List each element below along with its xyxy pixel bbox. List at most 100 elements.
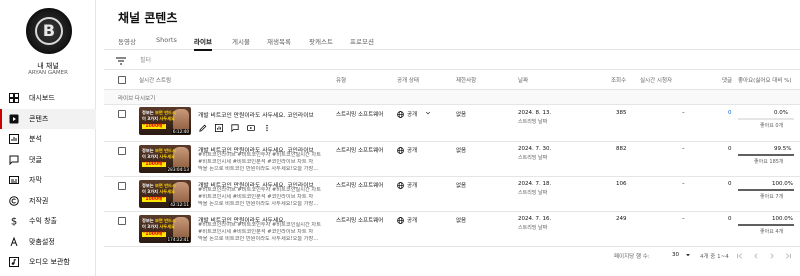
video-duration: 174:22:41 [166,237,190,242]
sidebar-item-label: 수익 창출 [29,217,57,226]
restriction: 없음 [456,112,467,118]
sidebar-item-audio-library[interactable]: 오디오 보관함 [0,252,96,273]
likes-count: 좋아요 0개 [760,123,784,129]
youtube-icon[interactable] [246,123,255,132]
col-views[interactable]: 조회수 [611,76,626,84]
concurrent-viewers: – [682,181,685,187]
comment-count[interactable]: 0 [728,181,732,187]
col-visibility: 공개 상태 [397,78,419,84]
tab-promotions[interactable]: 프로모션 [350,30,374,50]
video-duration: 283:04:13 [166,167,190,172]
col-stream[interactable]: 실시간 스트림 [139,76,171,84]
col-concurrent[interactable]: 실시간 시청자 [640,76,672,84]
visibility-label: 공개 [407,148,418,154]
col-type: 유형 [336,78,347,84]
likes-count: 좋아요 7개 [760,194,784,200]
row-checkbox[interactable] [118,110,126,118]
prev-page-button[interactable] [750,250,762,262]
col-comments[interactable]: 댓글 [722,76,732,84]
thumb-tag: "1000배" [142,124,166,129]
row-actions [198,123,271,132]
date-sub: 스트리밍 날짜 [518,119,548,125]
sidebar-item-subtitles[interactable]: 자막 [0,170,96,191]
sidebar-item-monetization[interactable]: $ 수익 창출 [0,211,96,232]
video-thumbnail[interactable]: 정보는 보면 반드시 이 3가지 사두세요 "1000배" 42:12:11 [139,180,191,208]
likes-bar [738,154,794,156]
channel-name: ARYAN GAMER [28,70,68,76]
visibility-dropdown[interactable]: 공개 [397,216,417,224]
tab-shorts[interactable]: Shorts [156,30,177,50]
likes-percent: 99.5% [774,146,792,152]
row-checkbox[interactable] [118,217,126,225]
video-thumbnail[interactable]: 정보는 보면 반드시 이 3가지 사두세요 "1000배" 6:12:40 [139,107,191,135]
likes-bar [738,189,794,191]
globe-icon [397,110,404,118]
last-page-button[interactable] [782,250,794,262]
comments-icon[interactable] [230,123,239,132]
filter-placeholder[interactable]: 필터 [140,55,151,64]
first-page-button[interactable] [734,250,746,262]
rows-per-page-select[interactable]: 30 [672,252,691,258]
tab-playlists[interactable]: 재생목록 [267,30,291,50]
edit-icon[interactable] [198,123,207,132]
col-likes[interactable]: 좋아요(싫어요 대비 %) [738,76,792,84]
channel-avatar[interactable]: B [26,8,72,54]
thumb-text-2: 이 3가지 사두세요 [142,189,175,194]
youtube-studio-content: B 내 채널 ARYAN GAMER 대시보드 콘텐츠 분석 댓글 자막 저작권… [0,0,800,276]
likes-bar [738,224,794,226]
video-duration: 6:12:40 [171,129,190,134]
monetization-icon: $ [8,215,20,227]
video-thumbnail[interactable]: 정보는 보면 반드시 이 3가지 사두세요 "1000배" 283:04:13 [139,145,191,173]
analytics-icon[interactable] [214,123,223,132]
date: 2024. 8. 13. [518,110,552,116]
main-content: 채널 콘텐츠 동영상 Shorts 라이브 게시물 재생목록 팟캐스트 프로모션… [104,0,800,276]
tab-live[interactable]: 라이브 [194,30,212,51]
thumb-text-2: 이 3가지 사두세요 [142,224,175,229]
more-options-icon[interactable] [262,123,271,132]
filter-icon[interactable] [116,50,126,69]
filter-bar[interactable]: 필터 [104,50,800,70]
globe-icon [397,181,404,189]
tab-videos[interactable]: 동영상 [118,30,136,50]
tab-podcasts[interactable]: 팟캐스트 [309,30,333,50]
col-date[interactable]: 날짜 [518,76,528,84]
table-row[interactable]: 정보는 보면 반드시 이 3가지 사두세요 "1000배" 174:22:41 … [104,212,800,247]
row-checkbox[interactable] [118,182,126,190]
tab-posts[interactable]: 게시물 [232,30,250,50]
visibility-dropdown[interactable]: 공개 [397,146,417,154]
sidebar-item-dashboard[interactable]: 대시보드 [0,88,96,109]
table-row[interactable]: 정보는 보면 반드시 이 3가지 사두세요 "1000배" 6:12:40 개발… [104,105,800,142]
sidebar-item-label: 오디오 보관함 [29,258,70,267]
avatar-letter: B [35,17,63,45]
content-icon [8,113,20,125]
concurrent-viewers: – [682,216,685,222]
select-all-checkbox[interactable] [118,76,126,84]
comment-count[interactable]: 0 [728,110,732,116]
views: 249 [616,216,627,222]
visibility-dropdown[interactable]: 공개 [397,110,434,118]
video-thumbnail[interactable]: 정보는 보면 반드시 이 3가지 사두세요 "1000배" 174:22:41 [139,215,191,243]
next-page-button[interactable] [766,250,778,262]
video-description-3: 막을 돈으로 비트코인 만원이라도 사두세요!오늘 가장... [198,236,319,242]
video-title[interactable]: 개발 비트코인 만원이라도 사두세요. 코인라이브 [198,110,314,119]
page-range: 4개 중 1~4 [700,254,729,260]
stream-type: 스트리밍 소프트웨어 [336,112,384,118]
pagination: 페이지당 행 수: 30 4개 중 1~4 [104,248,800,264]
sidebar-item-copyright[interactable]: 저작권 [0,191,96,212]
date-sub: 스트리밍 날짜 [518,155,548,161]
comment-count[interactable]: 0 [728,146,732,152]
table-row[interactable]: 정보는 보면 반드시 이 3가지 사두세요 "1000배" 283:04:13 … [104,142,800,177]
sidebar-item-analytics[interactable]: 분석 [0,129,96,150]
comment-count[interactable]: 0 [728,216,732,222]
table-header: 실시간 스트림 유형 공개 상태 제한사항 날짜 조회수 실시간 시청자 댓글 … [104,70,800,90]
last-page-icon [786,253,791,259]
thumb-text-2: 이 3가지 사두세요 [142,116,175,121]
row-checkbox[interactable] [118,147,126,155]
sidebar-item-comments[interactable]: 댓글 [0,150,96,171]
concurrent-viewers: – [682,146,685,152]
sidebar-item-content[interactable]: 콘텐츠 [0,108,96,129]
visibility-dropdown[interactable]: 공개 [397,181,417,189]
table-row[interactable]: 정보는 보면 반드시 이 3가지 사두세요 "1000배" 42:12:11 개… [104,177,800,212]
rows-per-page-value: 30 [672,252,679,258]
sidebar-item-customization[interactable]: 맞춤설정 [0,232,96,253]
